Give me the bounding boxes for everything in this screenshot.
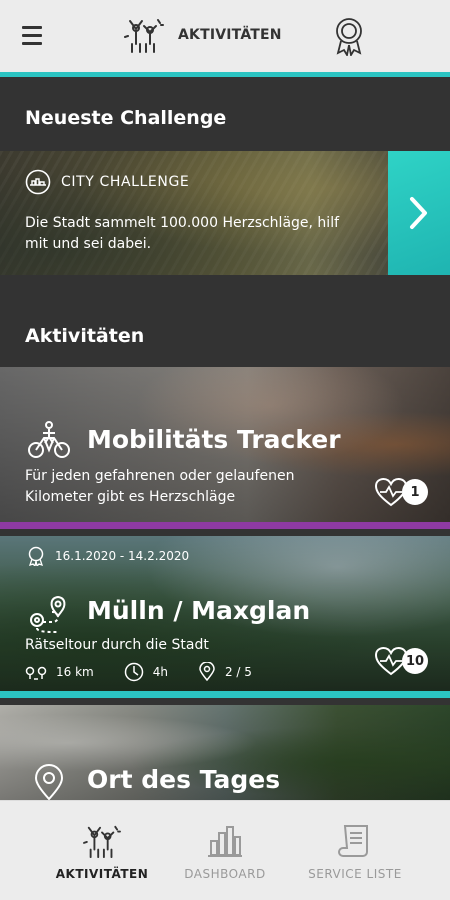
header-title-group: AKTIVITÄTEN <box>124 16 282 54</box>
activity-description: Für jeden gefahrenen oder gelaufenen Kil… <box>25 468 295 505</box>
activities-heading: Aktivitäten <box>25 325 145 347</box>
award-badge-icon <box>336 18 362 58</box>
activity-description: Rätseltour durch die Stadt <box>25 637 209 653</box>
header-accent-line <box>0 72 450 77</box>
award-button[interactable] <box>332 16 366 58</box>
date-range: 16.1.2020 - 14.2.2020 <box>27 546 189 566</box>
menu-button[interactable] <box>22 26 48 48</box>
nav-label: DASHBOARD <box>184 867 266 881</box>
location-pin-small-icon <box>199 662 215 682</box>
hearts-reward: 1 <box>374 477 428 507</box>
card-accent-bar-purple <box>0 522 450 529</box>
bike-runner-icon <box>28 421 70 458</box>
page-title: AKTIVITÄTEN <box>178 27 282 43</box>
stat-stations: 2 / 5 <box>198 662 252 682</box>
card-accent-bar-teal <box>0 691 450 698</box>
challenge-next-button[interactable] <box>388 151 450 275</box>
challenge-description: Die Stadt sammelt 100.000 Herzschläge, h… <box>25 215 340 252</box>
stat-duration-value: 4h <box>152 665 168 679</box>
hearts-count: 1 <box>402 479 428 505</box>
distance-icon <box>25 666 47 680</box>
stat-distance: 16 km <box>25 663 94 681</box>
city-icon <box>25 169 51 195</box>
activity-title: Ort des Tages <box>87 765 281 794</box>
app-header: AKTIVITÄTEN <box>0 0 450 72</box>
menu-line <box>22 42 42 45</box>
chevron-right-icon <box>410 197 427 229</box>
nav-label: AKTIVITÄTEN <box>55 867 149 881</box>
activity-stats: 16 km 4h 2 / 5 <box>25 662 282 682</box>
hearts-count: 10 <box>402 648 428 674</box>
location-pin-icon <box>34 764 64 800</box>
challenge-header: CITY CHALLENGE <box>25 169 189 195</box>
clock-icon <box>124 662 143 682</box>
nav-item-service-liste[interactable]: SERVICE LISTE <box>280 823 430 881</box>
nav-item-dashboard[interactable]: DASHBOARD <box>150 823 300 881</box>
activity-title: Mobilitäts Tracker <box>87 425 341 454</box>
date-text: 16.1.2020 - 14.2.2020 <box>55 549 190 563</box>
stat-distance-value: 16 km <box>56 665 94 679</box>
bar-chart-icon <box>208 826 242 857</box>
cheering-people-icon <box>124 19 164 53</box>
city-challenge-card[interactable]: CITY CHALLENGE Die Stadt sammelt 100.000… <box>0 151 388 275</box>
stat-stations-value: 2 / 5 <box>224 665 252 679</box>
award-badge-small-icon <box>28 546 44 566</box>
menu-line <box>22 26 42 29</box>
activity-card-mobility[interactable]: Mobilitäts Tracker Für jeden gefahrenen … <box>0 367 450 522</box>
stat-duration: 4h <box>124 662 168 682</box>
challenge-label: CITY CHALLENGE <box>61 174 190 190</box>
bottom-navigation: AKTIVITÄTEN DASHBOARD SERVICE LISTE <box>0 800 450 900</box>
menu-line <box>22 34 42 37</box>
nav-label: SERVICE LISTE <box>308 867 402 881</box>
hearts-reward: 10 <box>374 646 428 676</box>
latest-challenge-heading: Neueste Challenge <box>25 107 227 129</box>
activity-card-muelln[interactable]: 16.1.2020 - 14.2.2020 Mülln / Maxglan Rä… <box>0 536 450 691</box>
activity-card-ort-des-tages[interactable]: Ort des Tages <box>0 705 450 800</box>
activity-title: Mülln / Maxglan <box>87 596 311 625</box>
route-pin-icon <box>30 595 66 633</box>
cheering-people-icon <box>83 825 121 859</box>
scroll-list-icon <box>338 825 368 857</box>
